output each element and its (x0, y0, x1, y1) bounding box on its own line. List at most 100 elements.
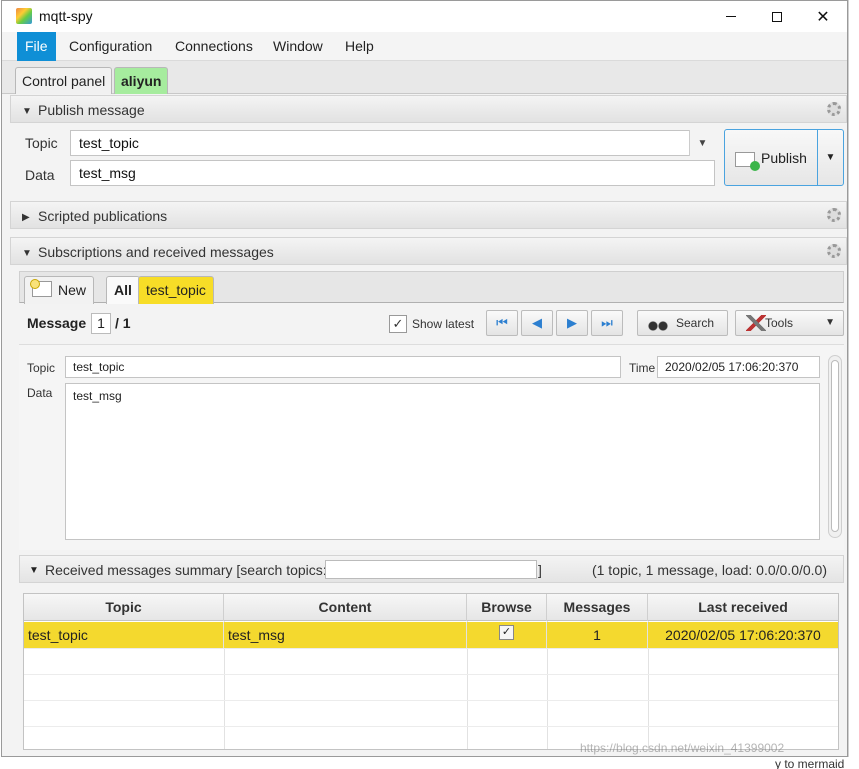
menu-bar: File Configuration Connections Window He… (2, 32, 847, 61)
tab-control-panel[interactable]: Control panel (15, 67, 113, 94)
collapse-triangle-icon: ▼ (22, 106, 32, 117)
maximize-button[interactable] (754, 1, 800, 32)
title-bar: mqtt-spy ✕ (2, 1, 847, 32)
table-row[interactable]: test_topic test_msg ✓ 1 2020/02/05 17:06… (24, 622, 838, 648)
gear-icon[interactable] (827, 102, 841, 116)
message-toolbar: Message 1 / 1 ✓ Show latest ⏮ ◀ ▶ ⏭ Sear… (19, 304, 844, 342)
subscriptions-section-title: Subscriptions and received messages (38, 244, 274, 260)
empty-row (24, 648, 838, 674)
collapse-triangle-icon: ▼ (29, 565, 39, 576)
menu-connections[interactable]: Connections (167, 32, 261, 61)
menu-file[interactable]: File (17, 32, 56, 61)
empty-row (24, 674, 838, 700)
show-latest-label: Show latest (412, 317, 475, 331)
tab-aliyun[interactable]: aliyun (114, 67, 169, 94)
scripted-section-header[interactable]: ▶ Scripted publications (10, 201, 847, 229)
tab-all[interactable]: All (106, 276, 140, 304)
maximize-icon (772, 11, 782, 22)
column-topic[interactable]: Topic (24, 594, 224, 621)
search-button[interactable]: Search (637, 310, 728, 336)
collapse-triangle-icon: ▼ (22, 248, 32, 259)
expand-triangle-icon: ▶ (22, 212, 30, 223)
summary-bracket: ] (538, 562, 542, 578)
subscriptions-section-header[interactable]: ▼ Subscriptions and received messages (10, 237, 847, 265)
watermark: https://blog.csdn.net/weixin_41399002 (580, 741, 785, 755)
row-last-received: 2020/02/05 17:06:20:370 (665, 627, 821, 643)
tab-test-topic[interactable]: test_topic (138, 276, 214, 304)
new-subscription-icon (30, 279, 52, 298)
detail-topic-field[interactable]: test_topic (65, 356, 621, 378)
column-content[interactable]: Content (224, 594, 467, 621)
row-messages: 1 (547, 622, 648, 648)
chevron-down-icon: ▼ (825, 317, 835, 328)
search-button-label: Search (676, 316, 715, 330)
summary-header[interactable]: ▼ Received messages summary [search topi… (19, 555, 844, 583)
skip-last-icon: ⏭ (601, 315, 613, 330)
detail-time-label: Time (629, 361, 656, 375)
arrow-left-icon: ◀ (532, 315, 542, 330)
tools-icon (746, 315, 766, 331)
tools-button-label: Tools (765, 316, 794, 330)
last-message-button[interactable]: ⏭ (591, 310, 623, 336)
chevron-down-icon[interactable]: ▼ (689, 130, 715, 156)
detail-data-area[interactable]: test_msg (65, 383, 820, 540)
background-text: y to mermaid (775, 757, 845, 769)
publish-section-title: Publish message (38, 102, 145, 118)
summary-stats: (1 topic, 1 message, load: 0.0/0.0/0.0) (591, 562, 827, 578)
browse-checkbox[interactable]: ✓ (499, 624, 514, 640)
menu-window[interactable]: Window (265, 32, 331, 61)
detail-data-label: Data (27, 386, 53, 400)
column-last-received[interactable]: Last received (648, 594, 838, 621)
detail-topic-label: Topic (27, 361, 56, 375)
message-total: / 1 (115, 315, 131, 331)
summary-title: Received messages summary [search topics… (45, 562, 327, 578)
detail-scrollbar[interactable] (828, 355, 842, 538)
skip-first-icon: ⏮ (496, 315, 508, 330)
show-latest-checkbox[interactable]: ✓ (389, 315, 407, 333)
publish-topic-combo[interactable]: test_topic (70, 130, 715, 156)
row-content: test_msg (224, 622, 467, 648)
chevron-down-icon: ▼ (825, 152, 836, 163)
next-message-button[interactable]: ▶ (556, 310, 588, 336)
empty-row (24, 700, 838, 726)
gear-icon[interactable] (827, 208, 841, 222)
previous-message-button[interactable]: ◀ (521, 310, 553, 336)
column-browse[interactable]: Browse (467, 594, 547, 621)
app-logo-icon (16, 8, 32, 24)
close-button[interactable]: ✕ (800, 1, 846, 32)
detail-time-field[interactable]: 2020/02/05 17:06:20:370 (657, 356, 820, 378)
menu-configuration[interactable]: Configuration (61, 32, 160, 61)
tools-button[interactable]: Tools ▼ (735, 310, 844, 336)
table-header: Topic Content Browse Messages Last recei… (24, 594, 838, 621)
search-topics-input[interactable] (325, 560, 537, 579)
subscription-tabs: New All test_topic (19, 271, 844, 304)
app-window: mqtt-spy ✕ File Configuration Connection… (1, 0, 848, 757)
envelope-icon (735, 152, 760, 171)
scrollbar-thumb[interactable] (831, 360, 839, 532)
publish-dropdown-button[interactable]: ▼ (817, 129, 844, 186)
publish-button[interactable]: Publish (724, 129, 818, 186)
minimize-icon (726, 16, 736, 17)
publish-data-label: Data (25, 167, 55, 183)
close-icon: ✕ (816, 8, 830, 26)
gear-icon[interactable] (827, 244, 841, 258)
publish-button-label: Publish (761, 150, 807, 166)
publish-section-header[interactable]: ▼ Publish message (10, 95, 847, 123)
summary-table: Topic Content Browse Messages Last recei… (23, 593, 839, 750)
scripted-section-title: Scripted publications (38, 208, 168, 224)
column-messages[interactable]: Messages (547, 594, 648, 621)
row-topic: test_topic (24, 622, 224, 648)
background-window-bottom (0, 757, 859, 769)
tab-new-subscription[interactable]: New (24, 276, 95, 304)
publish-topic-label: Topic (25, 135, 58, 151)
publish-data-field[interactable]: test_msg (70, 160, 715, 186)
arrow-right-icon: ▶ (567, 315, 577, 330)
minimize-button[interactable] (708, 1, 754, 32)
message-label: Message (27, 315, 87, 331)
connection-tabs: Control panel aliyun (2, 61, 847, 94)
message-index-field[interactable]: 1 (91, 313, 111, 334)
tab-new-label: New (58, 282, 87, 298)
message-detail: Topic test_topic Time 2020/02/05 17:06:2… (19, 344, 844, 550)
menu-help[interactable]: Help (337, 32, 382, 61)
first-message-button[interactable]: ⏮ (486, 310, 518, 336)
